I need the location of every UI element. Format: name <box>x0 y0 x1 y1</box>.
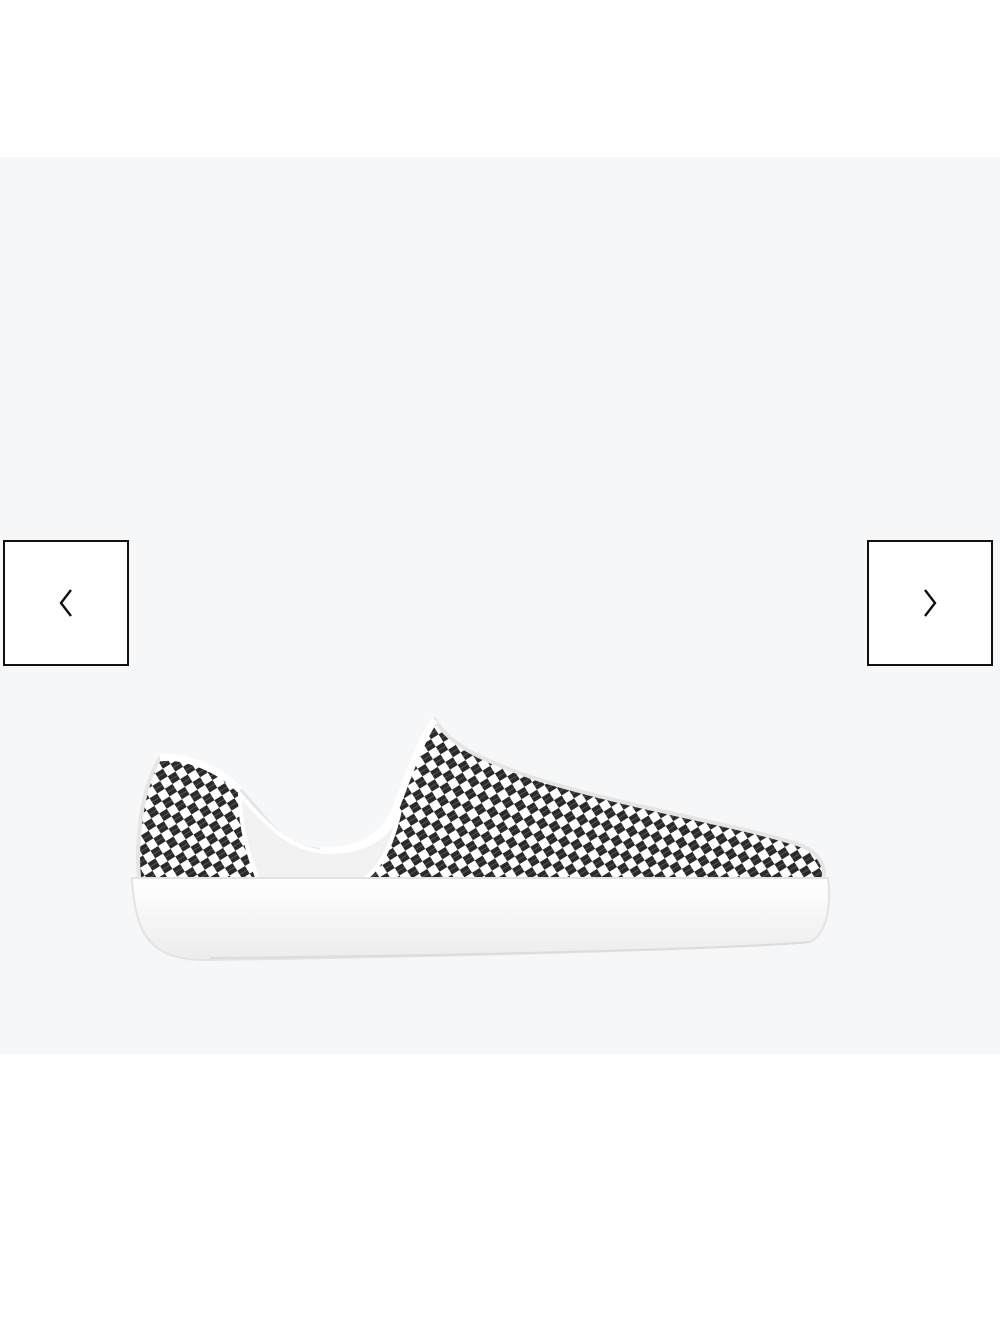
next-image-button[interactable] <box>867 540 993 666</box>
product-page <box>0 0 1000 1333</box>
previous-image-button[interactable] <box>3 540 129 666</box>
chevron-left-icon <box>59 589 72 617</box>
product-image-shoe <box>130 716 831 962</box>
chevron-right-icon <box>924 589 937 617</box>
